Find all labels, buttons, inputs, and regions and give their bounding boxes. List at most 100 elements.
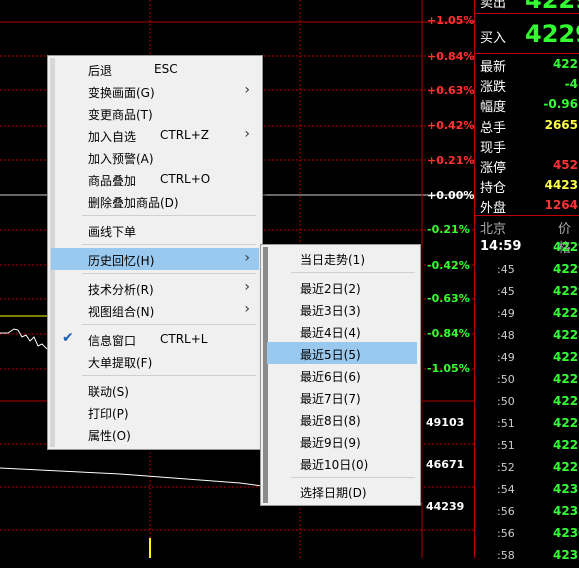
menu-item-label: 加入预警(A) [88,152,154,166]
submenu-item-today[interactable]: 当日走势(1) [267,247,417,269]
menu-item-label: 联动(S) [88,385,129,399]
menu-separator [82,215,256,216]
tick-row: :49 4228 [475,304,579,326]
tick-time: :52 [497,461,515,474]
submenu-item-3-days[interactable]: 最近3日(3) [267,298,417,320]
field-latest: 最新 422 [480,56,579,76]
field-change: 涨跌 -4 [480,76,579,96]
volume-tick: 46671 [426,458,465,471]
field-value: -0.96 [543,97,578,111]
menu-item-properties[interactable]: 属性(O) [51,423,259,445]
menu-separator [82,324,256,325]
field-value: -4 [564,77,578,91]
submenu-item-select-date[interactable]: 选择日期(D) [267,480,417,502]
menu-item-remove-overlay[interactable]: 删除叠加商品(D) [51,190,259,212]
submenu-item-2-days[interactable]: 最近2日(2) [267,276,417,298]
menu-item-label: 属性(O) [88,429,131,443]
menu-item-label: 加入自选 [88,130,137,144]
field-outer-volume: 外盘 1264 [480,197,579,217]
percent-tick: +0.42% [427,119,475,132]
tick-price: 4228 [553,438,579,452]
chevron-right-icon: › [244,82,250,98]
menu-item-switch-view[interactable]: 变换画面(G) › [51,80,259,102]
menu-item-label: 变更商品(T) [88,108,153,122]
tick-row: :50 4228 [475,392,579,414]
menu-item-change-symbol[interactable]: 变更商品(T) [51,102,259,124]
tick-time: 14:59 [480,239,522,254]
field-label: 最新 [480,60,507,75]
menu-item-add-watchlist[interactable]: 加入自选 CTRL+Z › [51,124,259,146]
context-menu: 后退 ESC 变换画面(G) › 变更商品(T) 加入自选 CTRL+Z › 加… [47,55,263,450]
percent-tick: -0.84% [427,327,470,340]
tick-row: :51 4228 [475,436,579,458]
field-current-volume: 现手 [480,137,579,157]
submenu-item-6-days[interactable]: 最近6日(6) [267,364,417,386]
divider [475,13,579,14]
tick-price: 4229 [553,262,579,276]
menu-item-label: 技术分析(R) [88,283,154,297]
menu-item-shortcut: CTRL+O [160,172,211,186]
field-label: 涨跌 [480,80,507,95]
chevron-right-icon: › [244,126,250,142]
tick-price: 4229 [553,240,579,254]
tick-price: 4229 [553,284,579,298]
tick-row: :49 4228 [475,348,579,370]
chevron-right-icon: › [244,250,250,266]
tick-price: 4233 [553,504,579,518]
field-label: 外盘 [480,201,507,216]
field-limit-up: 涨停 452 [480,157,579,177]
menu-item-print[interactable]: 打印(P) [51,401,259,423]
tick-row: :51 4228 [475,414,579,436]
menu-item-label: 删除叠加商品(D) [88,196,179,210]
menu-item-label: 画线下单 [88,225,137,239]
tick-time: :51 [497,417,515,430]
tick-time: :56 [497,505,515,518]
menu-item-info-window[interactable]: ✔ 信息窗口 CTRL+L [51,328,259,350]
tick-row: :48 4228 [475,326,579,348]
tick-row: :58 4232 [475,546,579,568]
submenu-item-7-days[interactable]: 最近7日(7) [267,386,417,408]
menu-item-technical-analysis[interactable]: 技术分析(R) › [51,277,259,299]
tick-price: 4232 [553,548,579,562]
submenu-item-label: 最近9日(9) [300,436,361,450]
volume-tick: 44239 [426,500,465,513]
menu-item-label: 商品叠加 [88,174,137,188]
tick-price: 4231 [553,482,579,496]
submenu-item-5-days[interactable]: 最近5日(5) [267,342,417,364]
menu-item-add-alert[interactable]: 加入预警(A) [51,146,259,168]
submenu-item-10-days[interactable]: 最近10日(0) [267,452,417,474]
submenu-item-4-days[interactable]: 最近4日(4) [267,320,417,342]
tick-price: 4228 [553,350,579,364]
field-total-volume: 总手 2665 [480,117,579,137]
menu-separator [82,273,256,274]
history-submenu: 当日走势(1) 最近2日(2) 最近3日(3) 最近4日(4) 最近5日(5) … [260,244,421,506]
menu-item-large-order[interactable]: 大单提取(F) [51,350,259,372]
percent-tick: +0.84% [427,50,475,63]
percent-tick: +1.05% [427,14,475,27]
menu-item-line-order[interactable]: 画线下单 [51,219,259,241]
submenu-item-9-days[interactable]: 最近9日(9) [267,430,417,452]
submenu-item-label: 当日走势(1) [300,253,365,267]
menu-item-history-review[interactable]: 历史回忆(H) › [51,248,259,270]
submenu-item-8-days[interactable]: 最近8日(8) [267,408,417,430]
menu-item-link[interactable]: 联动(S) [51,379,259,401]
menu-item-label: 历史回忆(H) [88,254,155,268]
percent-tick: -0.21% [427,223,470,236]
field-range: 幅度 -0.96 [480,96,579,116]
submenu-item-label: 最近3日(3) [300,304,361,318]
field-label: 总手 [480,121,507,136]
tick-time: :48 [497,329,515,342]
menu-item-label: 后退 [88,64,113,78]
chevron-right-icon: › [244,301,250,317]
tick-price: 4228 [553,328,579,342]
menu-item-overlay-symbol[interactable]: 商品叠加 CTRL+O [51,168,259,190]
bid-ask-box: 卖出 4229 买入 4229 [475,0,579,52]
tick-time: :49 [497,351,515,364]
menu-item-back[interactable]: 后退 ESC [51,58,259,80]
submenu-item-label: 最近5日(5) [300,348,361,362]
menu-item-view-combo[interactable]: 视图组合(N) › [51,299,259,321]
field-label: 现手 [480,141,507,156]
tick-price: 4228 [553,460,579,474]
tick-row: :45 4229 [475,282,579,304]
tick-time: :49 [497,307,515,320]
